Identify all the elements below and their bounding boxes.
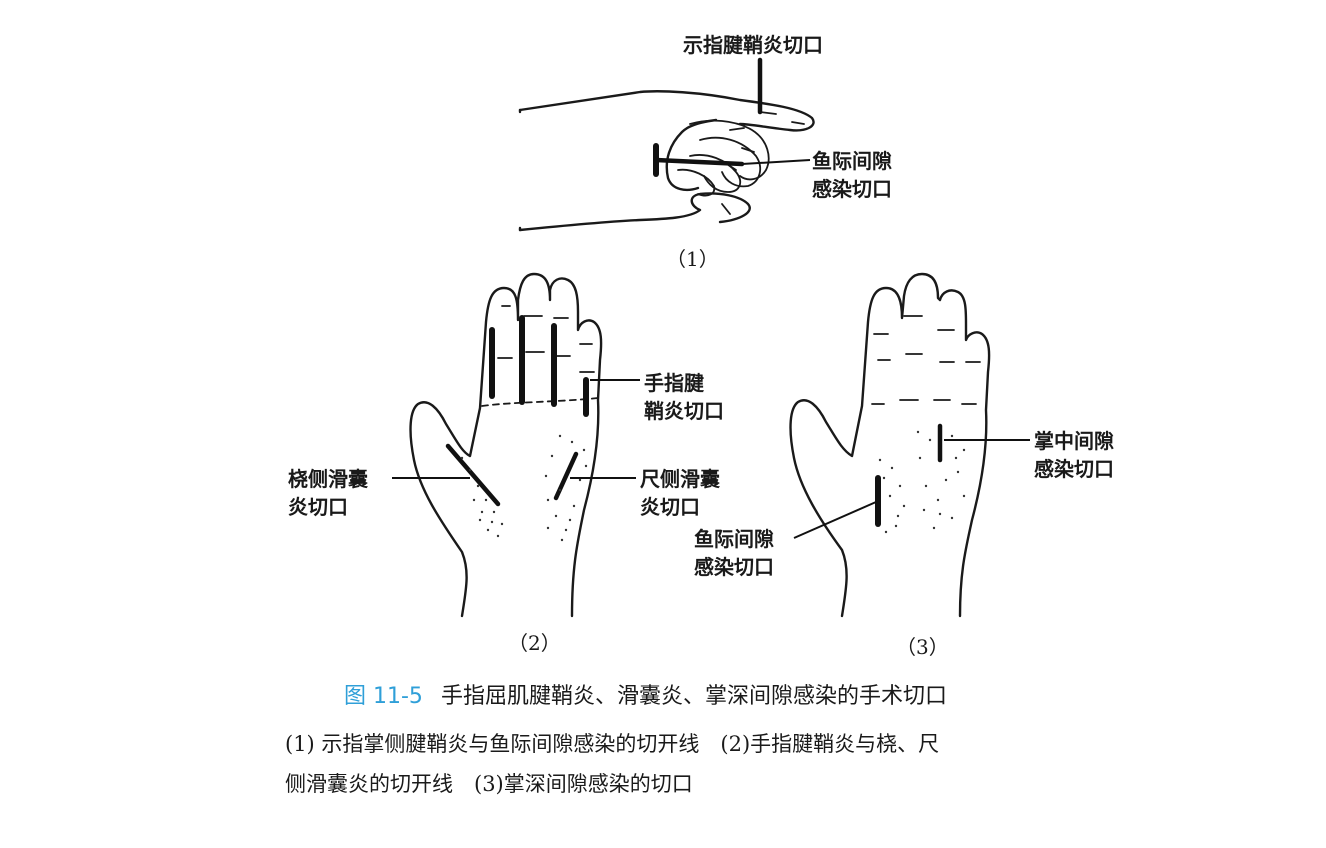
panel-1-side-hand: 示指腱鞘炎切口 鱼际间隙 感染切口 （1） xyxy=(518,33,892,271)
panel1-label-index-finger: 示指腱鞘炎切口 xyxy=(683,33,823,57)
panel2-label-ulnar-1: 尺侧滑囊 xyxy=(640,467,720,491)
panel2-label-finger-1: 手指腱 xyxy=(644,371,705,395)
panel2-label-radial-1: 桡侧滑囊 xyxy=(288,467,368,491)
panel3-label-midpalm-1: 掌中间隙 xyxy=(1034,429,1114,453)
panel1-label-thenar-1: 鱼际间隙 xyxy=(812,149,892,173)
panel-3-palm: 掌中间隙 感染切口 鱼际间隙 感染切口 （3） xyxy=(694,272,1114,659)
panel1-label-thenar-2: 感染切口 xyxy=(812,177,892,201)
figure-caption-title: 图 11-5 手指屈肌腱鞘炎、滑囊炎、掌深间隙感染的手术切口 xyxy=(344,680,947,714)
figure-title: 手指屈肌腱鞘炎、滑囊炎、掌深间隙感染的手术切口 xyxy=(440,684,947,709)
panel2-label-radial-2: 炎切口 xyxy=(288,495,348,519)
panel3-number: （3） xyxy=(896,635,949,659)
figure-number: 图 11-5 xyxy=(344,684,423,709)
panel1-number: （1） xyxy=(666,247,719,271)
figure-caption-body: (1) 示指掌侧腱鞘炎与鱼际间隙感染的切开线 (2)手指腱鞘炎与桡、尺 侧滑囊炎… xyxy=(285,724,1155,804)
caption-line-2: 侧滑囊炎的切开线 (3)掌深间隙感染的切口 xyxy=(285,772,693,796)
caption-line-1: (1) 示指掌侧腱鞘炎与鱼际间隙感染的切开线 (2)手指腱鞘炎与桡、尺 xyxy=(285,732,940,756)
hand-incision-figure: 示指腱鞘炎切口 鱼际间隙 感染切口 （1） 手指腱 鞘炎切口 桡侧滑囊 炎切口 … xyxy=(288,33,1114,659)
panel3-label-midpalm-2: 感染切口 xyxy=(1034,457,1114,481)
panel2-label-ulnar-2: 炎切口 xyxy=(640,495,700,519)
panel3-label-thenar-2: 感染切口 xyxy=(694,555,774,579)
panel3-stipple-thenar xyxy=(878,458,906,534)
panel2-label-finger-2: 鞘炎切口 xyxy=(644,399,724,423)
panel-2-palm: 手指腱 鞘炎切口 桡侧滑囊 炎切口 尺侧滑囊 炎切口 （2） xyxy=(288,272,724,655)
panel3-label-thenar-1: 鱼际间隙 xyxy=(694,527,774,551)
panel2-number: （2） xyxy=(508,631,561,655)
